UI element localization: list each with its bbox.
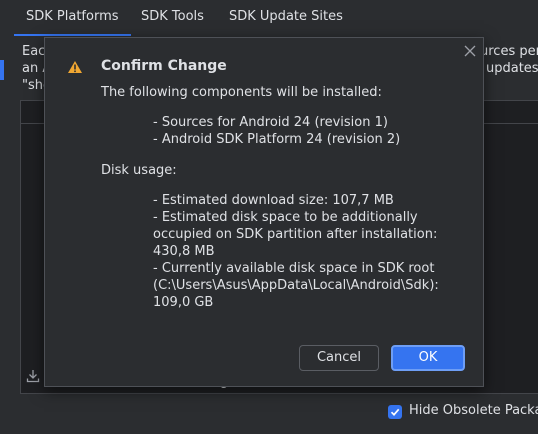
cancel-button[interactable]: Cancel xyxy=(299,345,379,371)
disk-usage-line: - Estimated download size: 107,7 MB xyxy=(153,193,394,208)
tab-sdk-tools[interactable]: SDK Tools xyxy=(129,0,216,36)
selection-indicator xyxy=(0,60,4,80)
disk-usage-line: 109,0 GB xyxy=(153,295,214,310)
warning-icon xyxy=(67,60,83,74)
disk-usage-line: - Currently available disk space in SDK … xyxy=(153,261,435,276)
disk-usage-line: (C:\Users\Asus\AppData\Local\Android\Sdk… xyxy=(153,278,439,293)
tab-sdk-update-sites[interactable]: SDK Update Sites xyxy=(217,0,355,36)
checkmark-icon xyxy=(390,408,400,416)
component-item: - Android SDK Platform 24 (revision 2) xyxy=(153,132,401,147)
intro-text: The following components will be install… xyxy=(101,85,382,100)
disk-usage-line: 430,8 MB xyxy=(153,244,215,259)
description-fragment: updates xyxy=(486,61,538,76)
disk-usage-line: occupied on SDK partition after installa… xyxy=(153,227,438,242)
hide-obsolete-checkbox[interactable] xyxy=(388,405,402,419)
description-fragment: Eac xyxy=(22,44,46,59)
confirm-change-dialog: Confirm Change The following components … xyxy=(44,37,484,387)
tab-bar: SDK Platforms SDK Tools SDK Update Sites xyxy=(0,0,538,36)
close-icon[interactable] xyxy=(463,44,477,58)
component-item: - Sources for Android 24 (revision 1) xyxy=(153,115,388,130)
dialog-title: Confirm Change xyxy=(101,58,227,74)
description-fragment: urces per xyxy=(480,44,538,59)
disk-usage-label: Disk usage: xyxy=(101,163,177,178)
hide-obsolete-label: Hide Obsolete Packa xyxy=(409,403,538,418)
download-icon[interactable] xyxy=(26,369,40,383)
tab-sdk-platforms[interactable]: SDK Platforms xyxy=(14,0,131,36)
disk-usage-line: - Estimated disk space to be additionall… xyxy=(153,210,418,225)
ok-button[interactable]: OK xyxy=(391,345,465,371)
